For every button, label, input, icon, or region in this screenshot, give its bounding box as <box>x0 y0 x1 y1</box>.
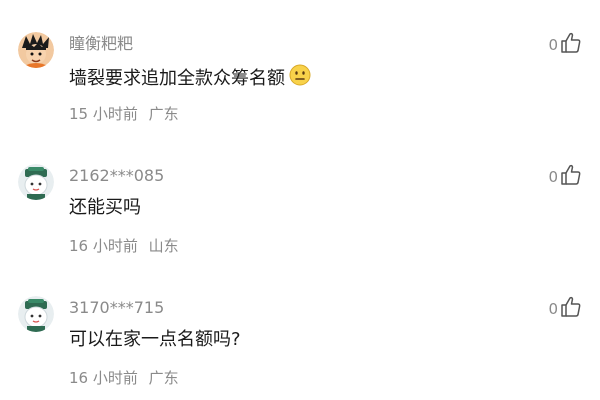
comment-item: 2162***085 还能买吗 16 小时前 山东 0 <box>0 132 600 264</box>
user-avatar[interactable] <box>18 296 54 332</box>
comment-time: 16 小时前 <box>69 369 138 387</box>
comment-meta: 16 小时前 广东 <box>69 368 179 388</box>
user-avatar[interactable] <box>18 32 54 68</box>
comment-content: 还能买吗 <box>69 196 141 220</box>
comment-time: 15 小时前 <box>69 105 138 123</box>
comment-meta: 15 小时前 广东 <box>69 104 179 124</box>
cartoon-character-avatar-icon <box>18 32 54 68</box>
default-mascot-avatar-icon <box>18 296 54 332</box>
like-button[interactable]: 0 <box>548 296 582 318</box>
user-avatar[interactable] <box>18 164 54 200</box>
like-button[interactable]: 0 <box>548 164 582 186</box>
username[interactable]: 2162***085 <box>69 166 164 186</box>
comment-meta: 16 小时前 山东 <box>69 236 179 256</box>
comment-item: 瞳衡粑粑 墙裂要求追加全款众筹名额 15 小时前 广东 0 <box>0 0 600 132</box>
comment-item: 3170***715 可以在家一点名额吗? 16 小时前 广东 0 <box>0 264 600 396</box>
thumbs-up-icon <box>561 32 581 53</box>
comment-location: 广东 <box>148 369 179 387</box>
neutral-face-emoji-icon <box>289 64 311 93</box>
username[interactable]: 3170***715 <box>69 298 164 318</box>
comment-time: 16 小时前 <box>69 237 138 255</box>
comment-content: 可以在家一点名额吗? <box>69 328 241 352</box>
like-count: 0 <box>548 168 558 186</box>
username[interactable]: 瞳衡粑粑 <box>69 34 133 54</box>
thumbs-up-icon <box>561 296 581 317</box>
default-mascot-avatar-icon <box>18 164 54 200</box>
like-count: 0 <box>548 36 558 54</box>
comment-location: 广东 <box>148 105 179 123</box>
comment-text: 墙裂要求追加全款众筹名额 <box>69 67 285 89</box>
thumbs-up-icon <box>561 164 581 185</box>
comment-content: 墙裂要求追加全款众筹名额 <box>69 64 311 93</box>
comment-text: 可以在家一点名额吗? <box>69 329 241 350</box>
like-count: 0 <box>548 300 558 318</box>
comment-text: 还能买吗 <box>69 197 141 218</box>
comment-location: 山东 <box>148 237 179 255</box>
like-button[interactable]: 0 <box>548 32 582 54</box>
